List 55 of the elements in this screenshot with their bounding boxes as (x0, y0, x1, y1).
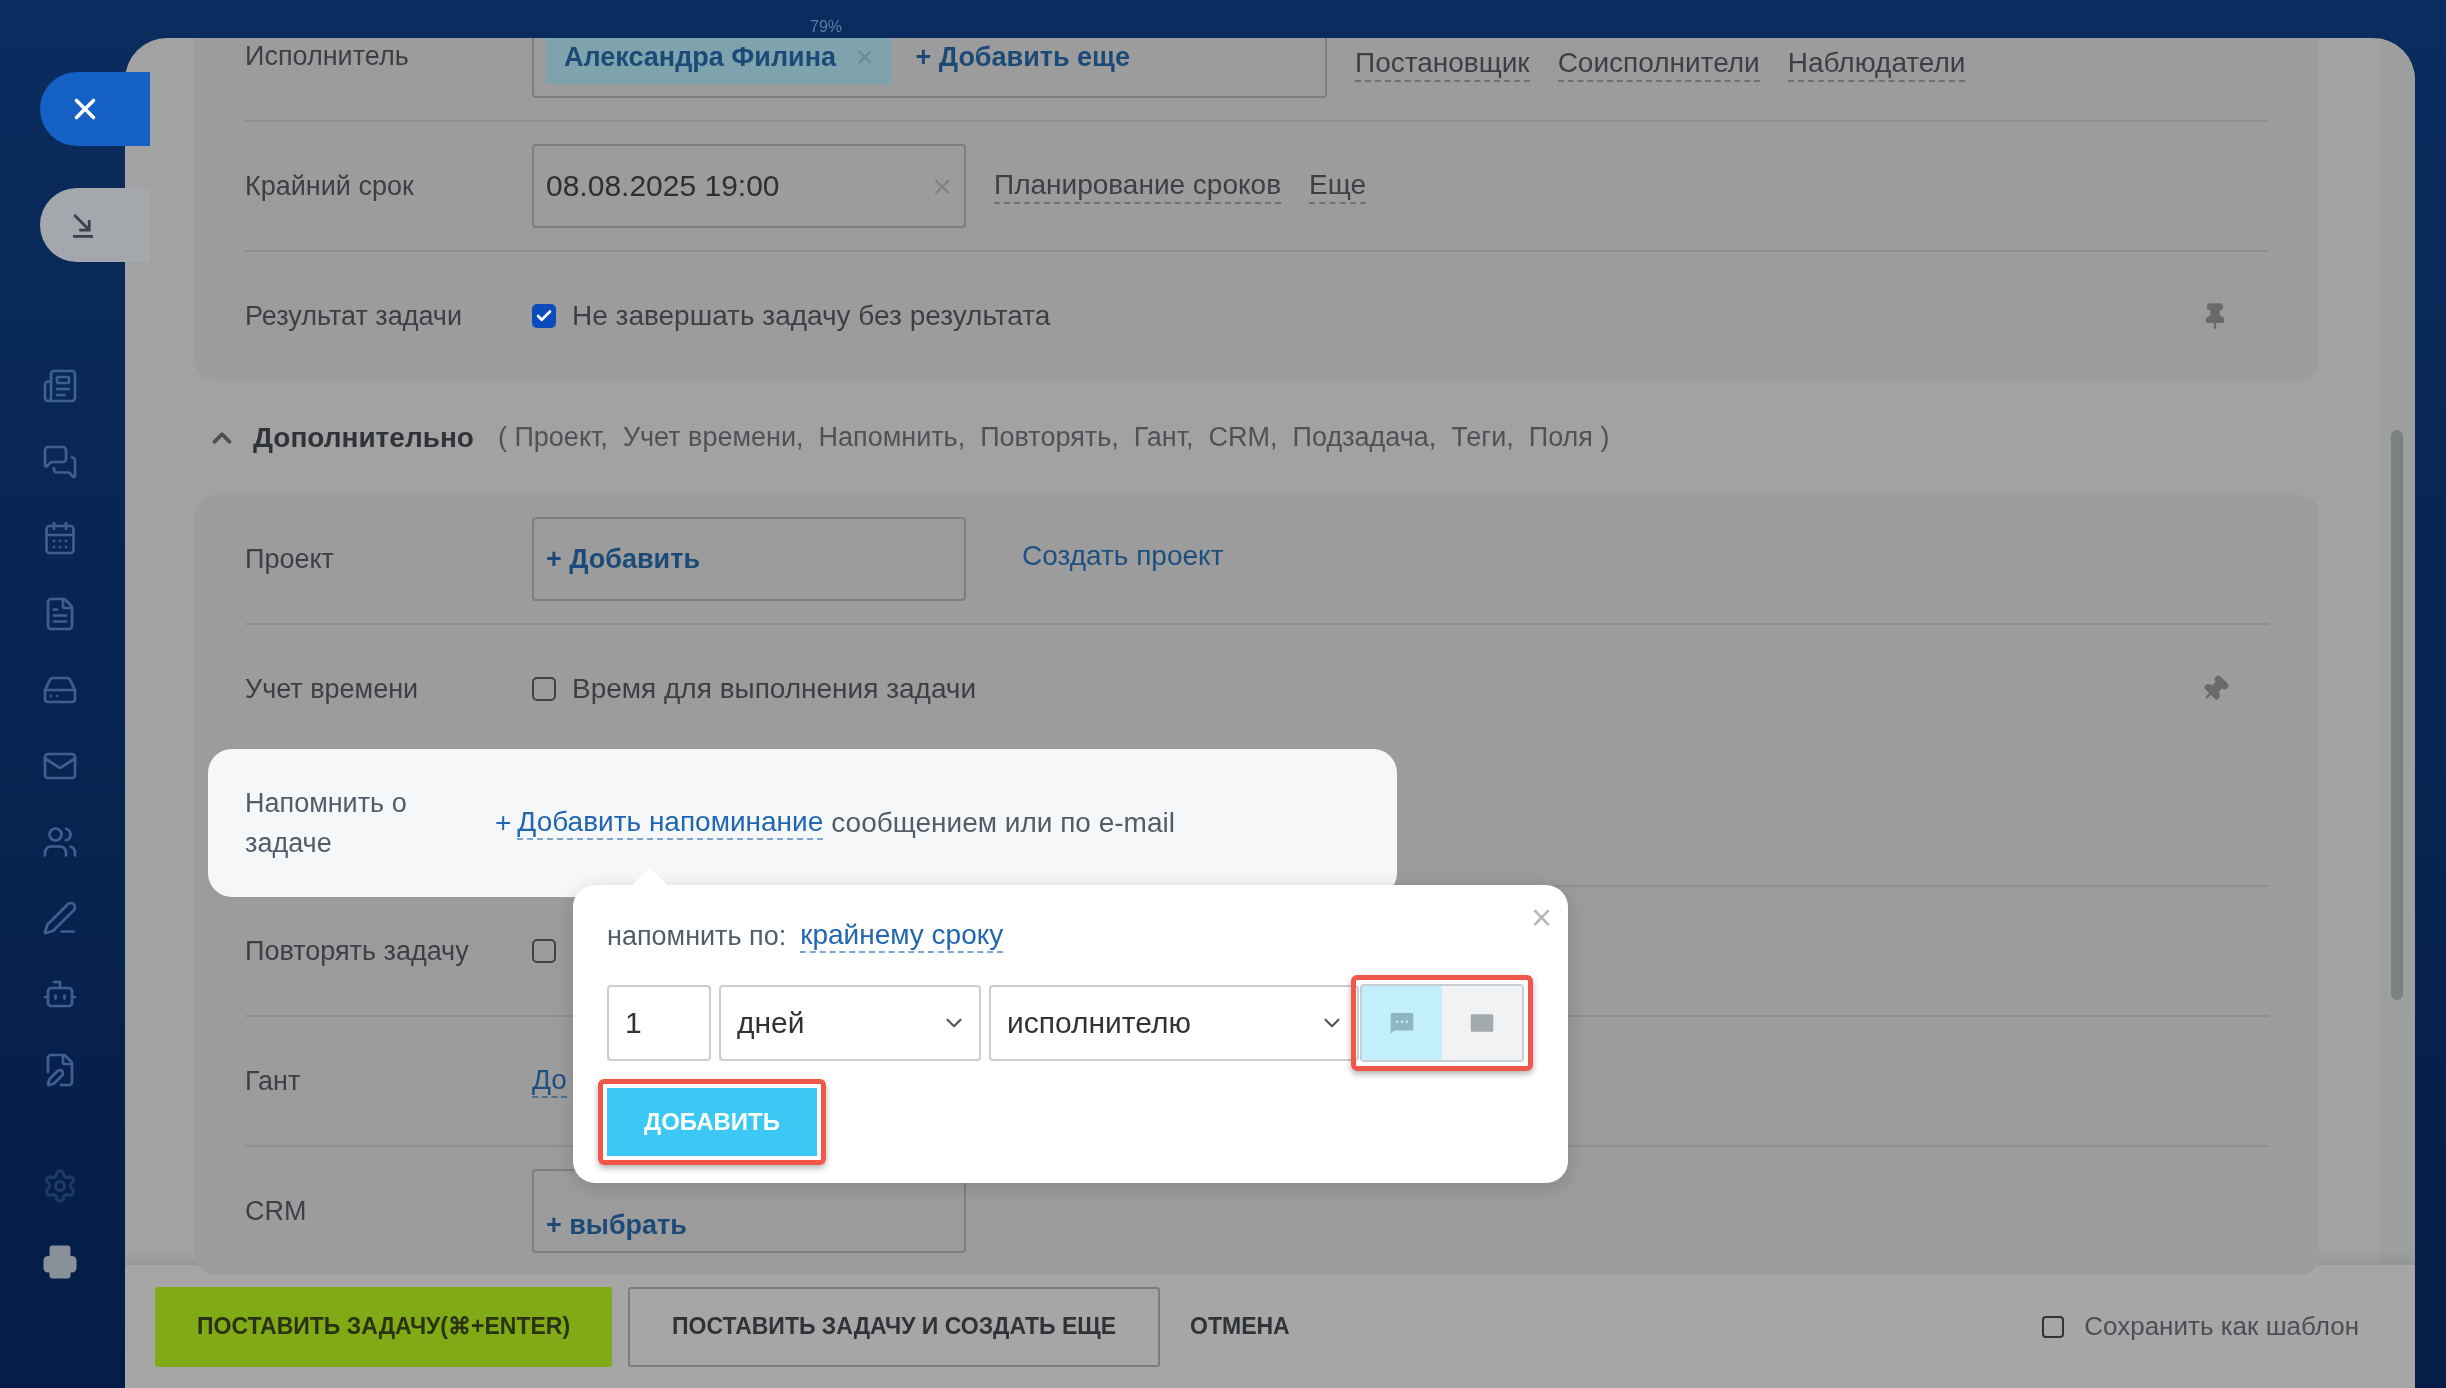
field-label: Результат задачи (245, 300, 463, 333)
field-label: Гант (245, 1065, 302, 1098)
remind-by-label: напомнить по: (607, 920, 787, 952)
field-label: Исполнитель (245, 40, 410, 73)
checkbox[interactable] (532, 304, 556, 328)
deadline-link[interactable]: Еще (1309, 168, 1366, 204)
submit-button[interactable]: ПОСТАВИТЬ ЗАДАЧУ(⌘+ENTER) (155, 1286, 613, 1367)
deadline-link[interactable]: Планирование сроков (994, 168, 1282, 204)
sidebar-icon[interactable] (41, 444, 78, 480)
printer-icon[interactable] (41, 1244, 78, 1280)
checkbox-label: Не завершать задачу без результата (572, 300, 1051, 332)
field-label: Напомнить о задаче (245, 787, 408, 860)
reminder-hint: сообщением или по e-mail (831, 807, 1175, 839)
create-project-link[interactable]: Создать проект (1022, 540, 1224, 572)
add-button[interactable]: ДОБАВИТЬ (607, 1088, 817, 1156)
field-label: Повторять задачу (245, 935, 470, 968)
sidebar-icon[interactable] (41, 368, 78, 404)
sidebar-icon[interactable] (41, 900, 78, 936)
add-field[interactable]: + выбрать (532, 1169, 966, 1253)
checkbox-label: Время для выполнения задачи (572, 673, 977, 705)
close-button[interactable] (40, 72, 150, 146)
role-link[interactable]: Наблюдатели (1787, 46, 1966, 82)
section-summary: ( Проект, Учет времени, Напомнить, Повторять, Гант, CRM, Подзадача, Теги, Поля ) (497, 422, 1610, 453)
checkbox[interactable] (532, 939, 556, 963)
scrollbar[interactable] (2391, 430, 2403, 1000)
add-link[interactable]: До (532, 1064, 567, 1098)
add-reminder-link[interactable]: Добавить напоминание (517, 806, 824, 840)
checkbox-label: Сохранить как шаблон (2084, 1311, 2359, 1342)
field-label: CRM (245, 1195, 308, 1228)
amount-input[interactable]: 1 (607, 985, 711, 1061)
close-button[interactable]: × (1530, 897, 1552, 939)
sidebar-icon[interactable] (41, 824, 78, 860)
field-label: Крайний срок (245, 170, 415, 203)
unit-select[interactable]: дней (719, 985, 981, 1061)
deadline-field[interactable]: 08.08.2025 19:00 × (532, 144, 966, 228)
recipient-select[interactable]: исполнителю (989, 985, 1359, 1061)
field-label: Проект (245, 543, 335, 576)
zoom-level: 79% (810, 18, 843, 36)
add-more-link[interactable]: + Добавить еще (915, 41, 1130, 73)
message-toggle[interactable] (1362, 986, 1442, 1060)
role-link[interactable]: Соисполнители (1557, 46, 1760, 82)
email-toggle[interactable] (1442, 986, 1522, 1060)
responsible-field[interactable]: Александра Филина × + Добавить еще (532, 38, 1327, 98)
add-field[interactable]: + Добавить (532, 517, 966, 601)
plus-link[interactable]: + (495, 807, 512, 839)
role-link[interactable]: Постановщик (1355, 46, 1530, 82)
submit-and-new-button[interactable]: ПОСТАВИТЬ ЗАДАЧУ И СОЗДАТЬ ЕЩЕ (628, 1286, 1161, 1367)
cancel-button[interactable]: ОТМЕНА (1176, 1286, 1304, 1367)
section-title[interactable]: Дополнительно (253, 421, 474, 454)
checkbox[interactable] (2042, 1315, 2065, 1338)
field-label: Учет времени (245, 673, 420, 706)
reminder-type-link[interactable]: крайнему сроку (800, 919, 1004, 953)
person-tag: Александра Филина × (546, 38, 892, 84)
collapse-button[interactable] (40, 188, 150, 262)
checkbox[interactable] (532, 677, 556, 701)
